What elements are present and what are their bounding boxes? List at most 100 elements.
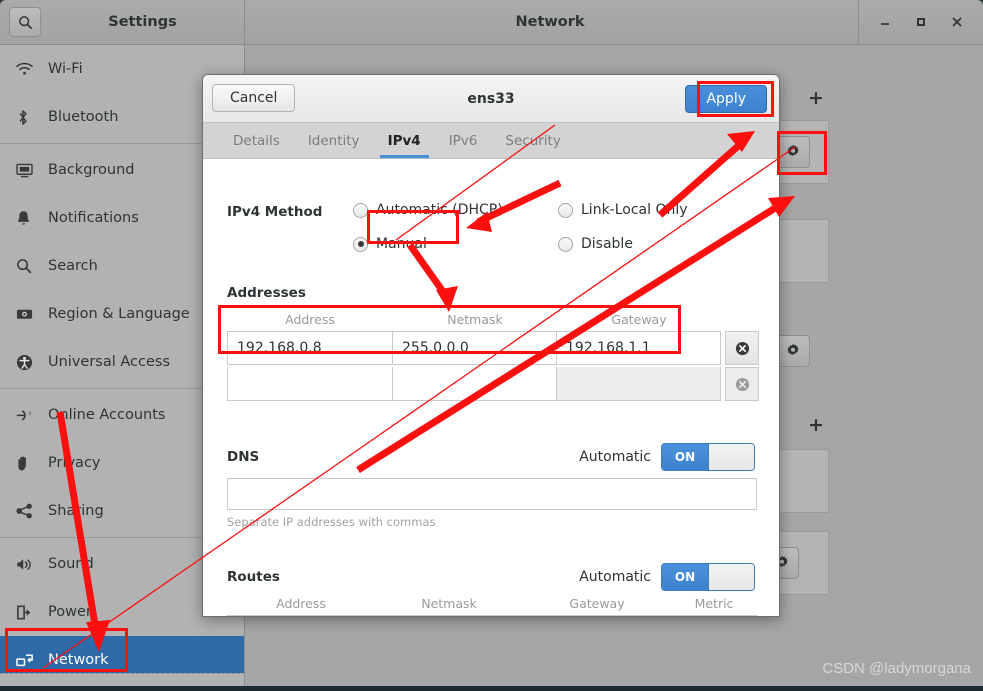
screen: Settings Network Wi-Fi Bluetooth Backgro… — [0, 0, 983, 691]
table-row[interactable] — [227, 615, 757, 616]
ens33-connection-dialog: Cancel ens33 Apply Details Identity IPv4… — [202, 74, 780, 617]
column-header-metric: Metric — [694, 596, 734, 611]
route-gateway-input-0[interactable] — [523, 615, 671, 616]
dialog-body: IPv4 Method Automatic (DHCP) Manual Link… — [203, 159, 779, 616]
delete-route-button-0[interactable] — [723, 615, 757, 616]
maximize-button[interactable] — [903, 4, 939, 40]
toggle-on-label: ON — [662, 444, 708, 470]
routes-title: Routes — [227, 569, 280, 585]
sidebar-item-label: Privacy — [48, 455, 101, 471]
gear-icon — [787, 144, 799, 157]
accessibility-icon — [16, 354, 42, 371]
tab-security[interactable]: Security — [491, 123, 574, 158]
routes-automatic-control: Automatic ON — [579, 563, 755, 591]
address-input-1[interactable] — [227, 367, 393, 401]
search-icon — [16, 258, 42, 274]
minimize-icon — [881, 23, 889, 25]
table-row[interactable] — [227, 367, 759, 401]
radio-label: Manual — [376, 236, 427, 252]
column-header-address: Address — [285, 312, 335, 327]
sidebar-item-label: Background — [48, 162, 135, 178]
search-button[interactable] — [9, 7, 41, 37]
sidebar-item-label: Universal Access — [48, 354, 171, 370]
sidebar-item-label: Sharing — [48, 503, 104, 519]
radio-indicator — [558, 202, 573, 218]
radio-label: Disable — [581, 236, 633, 252]
add-connection-button-2[interactable]: + — [804, 413, 828, 437]
addresses-title: Addresses — [227, 285, 306, 301]
route-metric-input-0[interactable] — [671, 615, 723, 616]
dialog-header: Cancel ens33 Apply — [203, 75, 779, 123]
toggle-on-label: ON — [662, 564, 708, 590]
apply-button[interactable]: Apply — [685, 85, 767, 113]
table-row[interactable]: 192.168.0.8 255.0.0.0 192.168.1.1 — [227, 331, 759, 365]
tab-ipv4[interactable]: IPv4 — [374, 123, 435, 158]
background-icon — [16, 163, 42, 178]
delete-address-button-1[interactable] — [725, 367, 759, 401]
delete-address-button-0[interactable] — [725, 331, 759, 365]
column-header-gateway: Gateway — [611, 312, 667, 327]
route-netmask-input-0[interactable] — [375, 615, 523, 616]
bell-icon — [16, 210, 42, 227]
radio-manual[interactable]: Manual — [353, 236, 427, 252]
column-header-netmask: Netmask — [421, 596, 477, 611]
settings-gear-button-1[interactable] — [776, 136, 810, 168]
dialog-tabs[interactable]: Details Identity IPv4 IPv6 Security — [203, 123, 779, 159]
plus-icon: + — [808, 414, 824, 436]
toggle-knob — [708, 444, 754, 470]
tab-ipv6[interactable]: IPv6 — [435, 123, 492, 158]
search-icon — [18, 15, 32, 29]
dns-automatic-label: Automatic — [579, 449, 651, 465]
radio-disable[interactable]: Disable — [558, 236, 633, 252]
speaker-icon — [16, 557, 42, 572]
minimize-button[interactable] — [867, 4, 903, 40]
sidebar-item-label: Power — [48, 604, 92, 620]
keyboard-icon — [16, 307, 42, 321]
routes-automatic-label: Automatic — [579, 569, 651, 585]
netmask-input-0[interactable]: 255.0.0.0 — [393, 331, 557, 365]
sidebar-item-label: Online Accounts — [48, 407, 166, 423]
remove-circle-icon — [735, 377, 749, 391]
dns-automatic-toggle[interactable]: ON — [661, 443, 755, 471]
network-icon — [16, 653, 42, 668]
dns-title: DNS — [227, 449, 260, 465]
dns-input[interactable] — [227, 478, 757, 510]
netmask-input-1[interactable] — [393, 367, 557, 401]
dns-hint: Separate IP addresses with commas — [227, 515, 436, 529]
page-title: Network — [515, 14, 585, 30]
address-input-0[interactable]: 192.168.0.8 — [227, 331, 393, 365]
radio-link-local-only[interactable]: Link-Local Only — [558, 202, 688, 218]
close-button[interactable] — [939, 4, 975, 40]
tab-identity[interactable]: Identity — [294, 123, 374, 158]
sidebar-item-label: Sound — [48, 556, 94, 572]
sidebar-item-label: Notifications — [48, 210, 139, 226]
route-address-input-0[interactable] — [227, 615, 375, 616]
toggle-knob — [708, 564, 754, 590]
radio-indicator — [558, 236, 573, 252]
sidebar-item-label: Region & Language — [48, 306, 190, 322]
add-connection-button-1[interactable]: + — [804, 86, 828, 110]
radio-indicator — [353, 202, 368, 218]
window-controls — [858, 0, 983, 44]
window-titlebar: Settings Network — [0, 0, 983, 45]
radio-automatic-dhcp[interactable]: Automatic (DHCP) — [353, 202, 503, 218]
radio-indicator — [353, 236, 368, 252]
ipv4-method-label: IPv4 Method — [227, 204, 323, 220]
column-header-address: Address — [276, 596, 326, 611]
routes-automatic-toggle[interactable]: ON — [661, 563, 755, 591]
app-title: Settings — [108, 14, 177, 30]
dns-automatic-control: Automatic ON — [579, 443, 755, 471]
power-plug-icon — [16, 604, 42, 621]
sidebar-item-label: Wi-Fi — [48, 61, 83, 77]
gateway-input-0[interactable]: 192.168.1.1 — [557, 331, 721, 365]
online-accounts-icon: s — [16, 408, 42, 423]
settings-gear-button-2[interactable] — [776, 335, 810, 367]
sidebar-item-label: Network — [48, 652, 109, 668]
sidebar-item-label: Search — [48, 258, 98, 274]
remove-circle-icon — [735, 341, 749, 355]
column-header-gateway: Gateway — [569, 596, 625, 611]
radio-label: Automatic (DHCP) — [376, 202, 503, 218]
sidebar-item-label: Bluetooth — [48, 109, 119, 125]
gateway-input-1[interactable] — [557, 367, 721, 401]
tab-details[interactable]: Details — [219, 123, 294, 158]
